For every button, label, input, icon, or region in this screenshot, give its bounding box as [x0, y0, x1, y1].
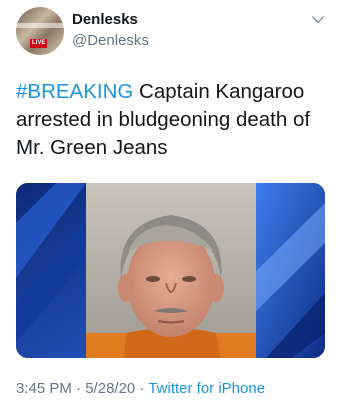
chevron-down-icon[interactable] — [312, 16, 324, 24]
hashtag-link[interactable]: #BREAKING — [16, 80, 133, 103]
tweet-date[interactable]: 5/28/20 — [85, 380, 135, 397]
meta-separator: · — [71, 380, 86, 397]
live-badge: LIVE — [30, 39, 48, 48]
mugshot-photo — [16, 183, 325, 358]
meta-separator: · — [135, 380, 149, 397]
avatar[interactable]: LIVE — [16, 7, 64, 55]
tweet-text: #BREAKING Captain Kangaroo arrested in b… — [16, 78, 326, 162]
tweet-source-link[interactable]: Twitter for iPhone — [148, 380, 265, 397]
author-handle[interactable]: @Denlesks — [72, 32, 149, 50]
tweet-meta: 3:45 PM · 5/28/20 · Twitter for iPhone — [16, 380, 265, 398]
tweet-media-image[interactable] — [16, 183, 325, 358]
tweet-time[interactable]: 3:45 PM — [16, 380, 72, 397]
avatar-stripe — [16, 23, 64, 28]
author-name[interactable]: Denlesks — [72, 11, 138, 29]
